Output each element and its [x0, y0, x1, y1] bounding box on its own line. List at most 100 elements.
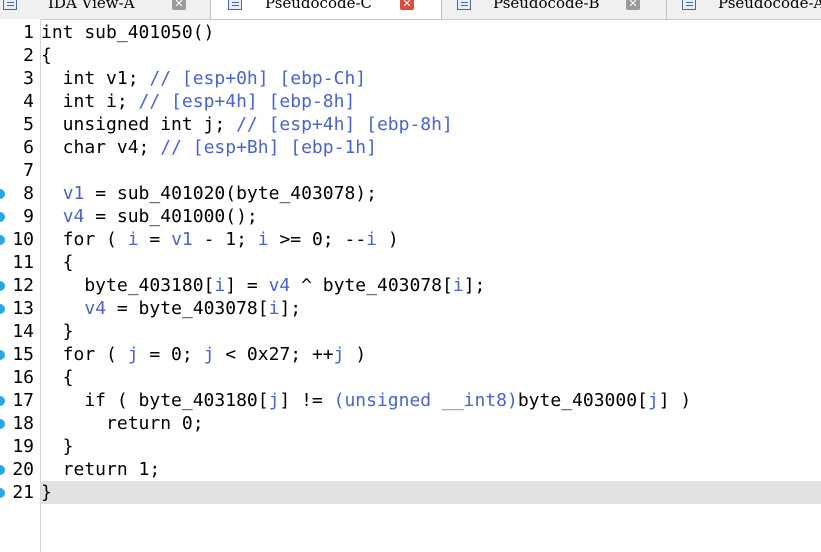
code-token[interactable]: ): [344, 344, 366, 365]
code-line[interactable]: 13 v4 = byte_403078[i];: [0, 297, 821, 320]
code-line[interactable]: 14 }: [0, 320, 821, 343]
variable-token[interactable]: i: [214, 275, 225, 296]
code-text[interactable]: int sub_401050(): [41, 21, 214, 44]
code-line[interactable]: 8 v1 = sub_401020(byte_403078);: [0, 182, 821, 205]
code-line[interactable]: 21}: [0, 481, 821, 504]
code-line[interactable]: 5 unsigned int j; // [esp+4h] [ebp-8h]: [0, 113, 821, 136]
code-token[interactable]: [41, 206, 63, 227]
code-text[interactable]: if ( byte_403180[j] != (unsigned __int8)…: [41, 389, 691, 412]
code-token[interactable]: < 0x27; ++: [214, 344, 333, 365]
code-text[interactable]: v4 = sub_401000();: [41, 205, 258, 228]
code-line[interactable]: 18 return 0;: [0, 412, 821, 435]
code-text[interactable]: byte_403180[i] = v4 ^ byte_403078[i];: [41, 274, 485, 297]
code-line[interactable]: 19 }: [0, 435, 821, 458]
code-token[interactable]: ): [377, 229, 399, 250]
variable-token[interactable]: v4: [63, 206, 85, 227]
code-token[interactable]: unsigned int j;: [41, 114, 236, 135]
code-token[interactable]: }: [41, 482, 52, 503]
variable-token[interactable]: i: [258, 229, 269, 250]
code-text[interactable]: {: [41, 251, 74, 274]
close-icon[interactable]: ✕: [400, 0, 414, 10]
code-token[interactable]: byte_403000[: [518, 390, 648, 411]
code-token[interactable]: ^ byte_403078[: [290, 275, 453, 296]
variable-token[interactable]: j: [334, 344, 345, 365]
code-text[interactable]: for ( i = v1 - 1; i >= 0; --i ): [41, 228, 399, 251]
variable-token[interactable]: i: [128, 229, 139, 250]
comment-token[interactable]: // [esp+4h] [ebp-8h]: [236, 114, 453, 135]
code-token[interactable]: ] =: [225, 275, 268, 296]
code-text[interactable]: char v4; // [esp+Bh] [ebp-1h]: [41, 136, 377, 159]
code-line[interactable]: 2{: [0, 44, 821, 67]
comment-token[interactable]: (unsigned __int8): [334, 390, 518, 411]
code-token[interactable]: = sub_401000();: [84, 206, 258, 227]
variable-token[interactable]: v1: [63, 183, 85, 204]
code-text[interactable]: int i; // [esp+4h] [ebp-8h]: [41, 90, 356, 113]
comment-token[interactable]: // [esp+0h] [ebp-Ch]: [149, 68, 366, 89]
comment-token[interactable]: // [esp+4h] [ebp-8h]: [139, 91, 356, 112]
code-text[interactable]: return 0;: [41, 412, 204, 435]
code-text[interactable]: {: [41, 366, 74, 389]
variable-token[interactable]: i: [453, 275, 464, 296]
close-icon[interactable]: ✕: [626, 0, 640, 10]
code-token[interactable]: ];: [464, 275, 486, 296]
code-line[interactable]: 1 int sub_401050(): [0, 21, 821, 44]
code-text[interactable]: for ( j = 0; j < 0x27; ++j ): [41, 343, 367, 366]
code-token[interactable]: byte_403180[: [41, 275, 214, 296]
code-token[interactable]: {: [41, 45, 52, 66]
code-token[interactable]: = sub_401020(byte_403078);: [84, 183, 377, 204]
code-token[interactable]: if ( byte_403180[: [41, 390, 268, 411]
code-token[interactable]: return 0;: [41, 413, 204, 434]
code-line[interactable]: 11 {: [0, 251, 821, 274]
code-token[interactable]: return 1;: [41, 459, 161, 480]
code-line[interactable]: 16 {: [0, 366, 821, 389]
tab-pseudocode-b[interactable]: Pseudocode-B ✕: [442, 0, 666, 19]
code-token[interactable]: }: [41, 321, 74, 342]
code-line[interactable]: 3 int v1; // [esp+0h] [ebp-Ch]: [0, 67, 821, 90]
code-token[interactable]: =: [139, 229, 172, 250]
variable-token[interactable]: v4: [269, 275, 291, 296]
code-line[interactable]: 6 char v4; // [esp+Bh] [ebp-1h]: [0, 136, 821, 159]
code-token[interactable]: int v1;: [41, 68, 149, 89]
code-line[interactable]: 12 byte_403180[i] = v4 ^ byte_403078[i];: [0, 274, 821, 297]
code-token[interactable]: {: [41, 367, 74, 388]
code-text[interactable]: }: [41, 435, 74, 458]
code-token[interactable]: ] ): [659, 390, 692, 411]
variable-token[interactable]: i: [366, 229, 377, 250]
code-token[interactable]: - 1;: [193, 229, 258, 250]
variable-token[interactable]: j: [204, 344, 215, 365]
tab-ida-view-a[interactable]: IDA View-A ✕: [0, 0, 210, 19]
code-line[interactable]: 4 int i; // [esp+4h] [ebp-8h]: [0, 90, 821, 113]
code-line[interactable]: 15 for ( j = 0; j < 0x27; ++j ): [0, 343, 821, 366]
code-text[interactable]: return 1;: [41, 458, 161, 481]
code-token[interactable]: [41, 183, 63, 204]
variable-token[interactable]: j: [269, 390, 280, 411]
tab-pseudocode-a[interactable]: Pseudocode-A: [667, 0, 821, 19]
close-icon[interactable]: ✕: [172, 0, 186, 10]
code-line[interactable]: 17 if ( byte_403180[j] != (unsigned __in…: [0, 389, 821, 412]
code-text[interactable]: v1 = sub_401020(byte_403078);: [41, 182, 377, 205]
comment-token[interactable]: // [esp+Bh] [ebp-1h]: [160, 137, 377, 158]
code-token[interactable]: }: [41, 436, 74, 457]
tab-pseudocode-c[interactable]: Pseudocode-C ✕: [211, 0, 441, 19]
code-token[interactable]: >= 0; --: [269, 229, 366, 250]
code-line[interactable]: 9 v4 = sub_401000();: [0, 205, 821, 228]
code-token[interactable]: for (: [41, 229, 128, 250]
variable-token[interactable]: j: [648, 390, 659, 411]
code-token[interactable]: char v4;: [41, 137, 160, 158]
code-token[interactable]: = byte_403078[: [106, 298, 269, 319]
code-token[interactable]: {: [41, 252, 74, 273]
code-line[interactable]: 10 for ( i = v1 - 1; i >= 0; --i ): [0, 228, 821, 251]
code-token[interactable]: [41, 298, 84, 319]
code-line[interactable]: 7: [0, 159, 821, 182]
code-text[interactable]: {: [41, 44, 52, 67]
variable-token[interactable]: j: [128, 344, 139, 365]
code-text[interactable]: }: [41, 481, 52, 504]
code-token[interactable]: int i;: [41, 91, 139, 112]
code-text[interactable]: int v1; // [esp+0h] [ebp-Ch]: [41, 67, 366, 90]
variable-token[interactable]: i: [269, 298, 280, 319]
code-token[interactable]: int sub_401050(): [41, 22, 214, 43]
variable-token[interactable]: v4: [84, 298, 106, 319]
code-line[interactable]: 20 return 1;: [0, 458, 821, 481]
code-text[interactable]: unsigned int j; // [esp+4h] [ebp-8h]: [41, 113, 453, 136]
code-text[interactable]: v4 = byte_403078[i];: [41, 297, 301, 320]
